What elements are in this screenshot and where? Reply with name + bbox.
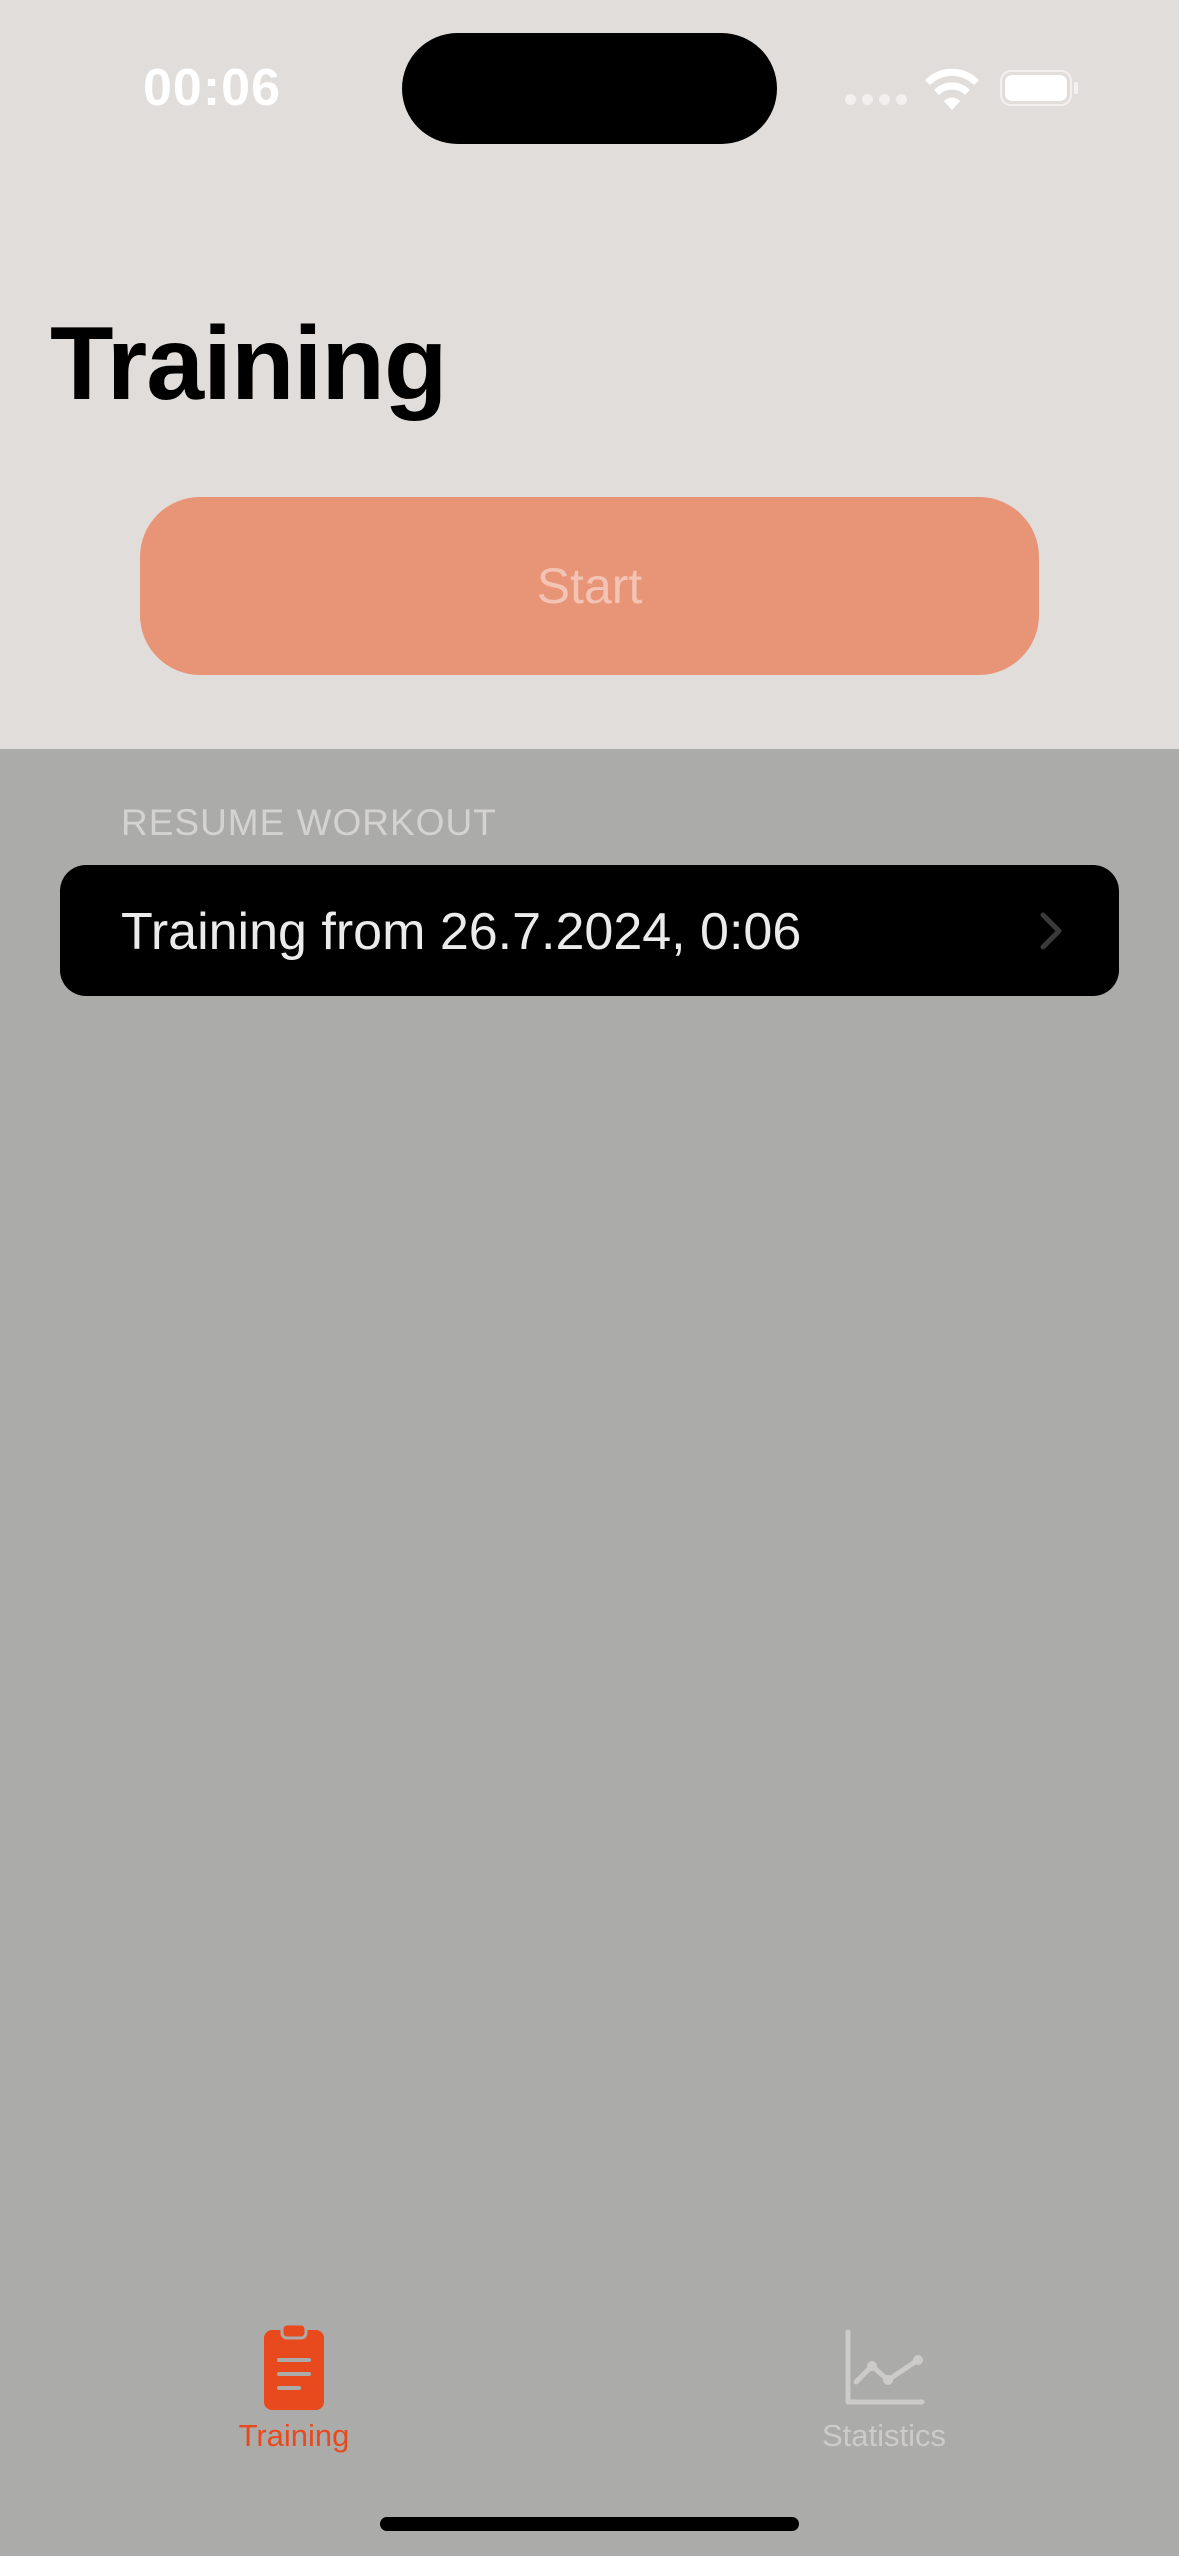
chart-line-icon — [845, 2329, 925, 2405]
home-indicator[interactable] — [380, 2517, 799, 2531]
signal-icon — [845, 94, 907, 105]
battery-icon — [1000, 70, 1078, 106]
tab-statistics[interactable]: Statistics — [734, 2300, 1034, 2460]
resume-section-header: RESUME WORKOUT — [121, 802, 497, 843]
header-area: 00:06 Training Start — [0, 0, 1179, 749]
resume-workout-label: Training from 26.7.2024, 0:06 — [121, 903, 802, 961]
tab-training-label: Training — [238, 2418, 350, 2453]
resume-workout-row[interactable]: Training from 26.7.2024, 0:06 — [60, 865, 1119, 996]
clipboard-icon — [264, 2322, 324, 2410]
page-title: Training — [50, 306, 447, 422]
status-time: 00:06 — [143, 59, 281, 117]
tab-training[interactable]: Training — [144, 2300, 444, 2460]
wifi-icon — [925, 68, 979, 110]
start-button[interactable]: Start — [140, 497, 1039, 675]
dynamic-island — [402, 33, 777, 144]
chevron-right-icon — [1040, 912, 1062, 950]
tab-statistics-label: Statistics — [821, 2418, 947, 2453]
